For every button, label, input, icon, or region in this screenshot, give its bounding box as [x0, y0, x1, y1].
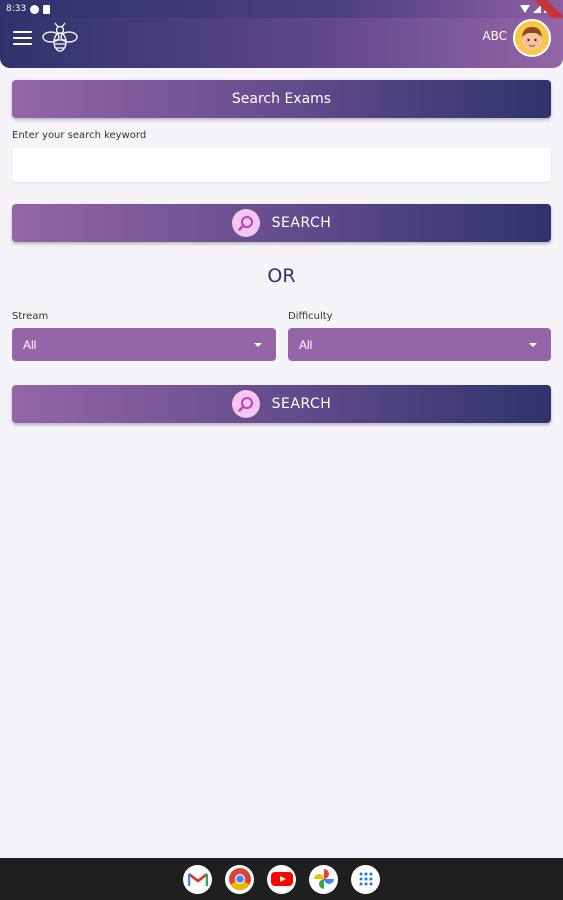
gmail-icon[interactable]: [183, 864, 212, 894]
or-separator: OR: [267, 265, 296, 287]
photos-icon[interactable]: [309, 864, 338, 894]
menu-icon[interactable]: [13, 31, 32, 45]
app-bar: ABC: [0, 18, 563, 68]
difficulty-dropdown[interactable]: All: [288, 328, 551, 361]
stream-label: Stream: [12, 311, 49, 322]
magnifier-icon: [231, 209, 260, 237]
wifi-icon: [520, 4, 530, 13]
sd-card-icon: [43, 4, 51, 14]
status-time: 8:33: [6, 4, 27, 14]
difficulty-label: Difficulty: [288, 311, 333, 322]
search-button-label: SEARCH: [271, 396, 332, 412]
avatar-face-icon: [522, 27, 542, 50]
stream-selected-value: All: [23, 337, 37, 352]
user-avatar[interactable]: [513, 19, 551, 57]
keyword-search-button[interactable]: SEARCH: [12, 204, 551, 242]
search-button-label: SEARCH: [271, 215, 332, 231]
search-exams-header: Search Exams: [12, 80, 551, 118]
chevron-down-icon: [529, 343, 537, 347]
user-name-label: ABC: [482, 29, 507, 43]
stream-dropdown[interactable]: All: [12, 328, 276, 361]
youtube-icon[interactable]: [267, 864, 296, 894]
difficulty-selected-value: All: [299, 337, 313, 352]
keyword-input[interactable]: [12, 148, 551, 182]
app-drawer-icon[interactable]: [351, 864, 380, 894]
keyword-label: Enter your search keyword: [12, 130, 147, 141]
notification-icon: [30, 4, 40, 14]
android-dock: [0, 858, 563, 900]
magnifier-icon: [231, 390, 260, 418]
bee-logo-icon: [42, 22, 78, 52]
filter-search-button[interactable]: SEARCH: [12, 385, 551, 423]
chevron-down-icon: [254, 343, 262, 347]
status-bar: 8:33: [0, 0, 563, 33]
chrome-icon[interactable]: [225, 864, 254, 894]
